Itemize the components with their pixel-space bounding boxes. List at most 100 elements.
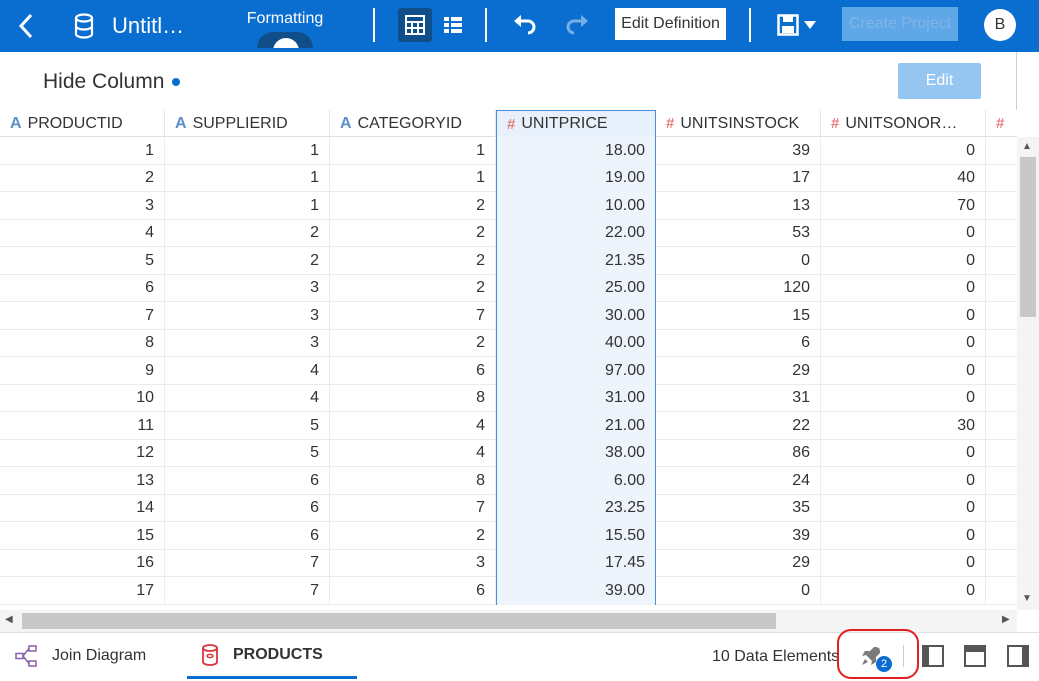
table-cell[interactable]: 29: [656, 357, 821, 385]
table-cell[interactable]: 39: [656, 137, 821, 165]
table-cell[interactable]: 7: [165, 577, 330, 605]
table-cell[interactable]: 31.00: [496, 384, 656, 412]
table-cell[interactable]: 6: [656, 329, 821, 357]
table-cell[interactable]: [986, 440, 1017, 468]
table-row[interactable]: 11 5 4 21.00 22 30: [0, 412, 1017, 440]
table-cell[interactable]: 0: [821, 219, 986, 247]
table-cell[interactable]: 5: [165, 439, 330, 467]
table-cell[interactable]: 0: [821, 274, 986, 302]
table-cell[interactable]: 6: [165, 494, 330, 522]
column-header[interactable]: # UNITSINSTOCK: [656, 110, 821, 137]
table-cell[interactable]: 1: [330, 164, 496, 192]
table-cell[interactable]: 17.45: [496, 549, 656, 577]
table-cell[interactable]: 70: [821, 192, 986, 220]
table-cell[interactable]: 3: [330, 549, 496, 577]
tab-products[interactable]: PRODUCTS: [187, 633, 357, 679]
table-cell[interactable]: 2: [165, 219, 330, 247]
table-cell[interactable]: 39.00: [496, 577, 656, 605]
table-cell[interactable]: [986, 577, 1017, 605]
table-cell[interactable]: 0: [656, 247, 821, 275]
table-row[interactable]: 2 1 1 19.00 17 40: [0, 164, 1017, 192]
table-cell[interactable]: 2: [165, 247, 330, 275]
table-cell[interactable]: 97.00: [496, 357, 656, 385]
table-cell[interactable]: 8: [0, 329, 165, 357]
table-cell[interactable]: 18.00: [496, 137, 656, 165]
table-cell[interactable]: 0: [821, 577, 986, 605]
table-cell[interactable]: 1: [0, 137, 165, 165]
redo-button[interactable]: [560, 8, 594, 42]
save-menu-button[interactable]: [772, 8, 822, 42]
table-cell[interactable]: 23.25: [496, 494, 656, 522]
table-cell[interactable]: [986, 275, 1017, 303]
table-row[interactable]: 3 1 2 10.00 13 70: [0, 192, 1017, 220]
table-cell[interactable]: 0: [821, 522, 986, 550]
table-cell[interactable]: 13: [0, 467, 165, 495]
table-cell[interactable]: 17: [656, 164, 821, 192]
table-cell[interactable]: [986, 247, 1017, 275]
table-cell[interactable]: 29: [656, 549, 821, 577]
table-cell[interactable]: 40.00: [496, 329, 656, 357]
back-button[interactable]: [8, 6, 44, 46]
table-cell[interactable]: 0: [821, 137, 986, 165]
table-cell[interactable]: 5: [0, 247, 165, 275]
table-cell[interactable]: 1: [165, 192, 330, 220]
table-cell[interactable]: 22: [656, 412, 821, 440]
table-cell[interactable]: 35: [656, 494, 821, 522]
table-cell[interactable]: 2: [0, 164, 165, 192]
table-cell[interactable]: 0: [821, 357, 986, 385]
scroll-up-icon[interactable]: ▲: [1022, 141, 1032, 152]
table-cell[interactable]: 15.50: [496, 522, 656, 550]
grid-view-button[interactable]: [398, 8, 432, 42]
table-cell[interactable]: 6: [330, 357, 496, 385]
table-cell[interactable]: [986, 495, 1017, 523]
table-cell[interactable]: 1: [165, 137, 330, 165]
table-cell[interactable]: 15: [0, 522, 165, 550]
table-cell[interactable]: 0: [821, 247, 986, 275]
table-cell[interactable]: 40: [821, 164, 986, 192]
table-cell[interactable]: 53: [656, 219, 821, 247]
table-cell[interactable]: 21.35: [496, 247, 656, 275]
table-cell[interactable]: 120: [656, 274, 821, 302]
table-cell[interactable]: 3: [0, 192, 165, 220]
table-cell[interactable]: [986, 357, 1017, 385]
table-cell[interactable]: [986, 385, 1017, 413]
table-cell[interactable]: 2: [330, 219, 496, 247]
table-cell[interactable]: 2: [330, 329, 496, 357]
table-cell[interactable]: 4: [165, 357, 330, 385]
table-cell[interactable]: 7: [165, 549, 330, 577]
right-panel-layout-button[interactable]: [1007, 645, 1031, 669]
table-row[interactable]: 8 3 2 40.00 6 0: [0, 329, 1017, 357]
table-row[interactable]: 14 6 7 23.25 35 0: [0, 494, 1017, 523]
horizontal-scroll-thumb[interactable]: [22, 613, 776, 629]
table-cell[interactable]: 19.00: [496, 164, 656, 192]
vertical-scrollbar[interactable]: ▲ ▼: [1017, 137, 1039, 610]
table-cell[interactable]: 38.00: [496, 439, 656, 467]
table-cell[interactable]: [986, 550, 1017, 578]
column-header[interactable]: A SUPPLIERID: [165, 110, 330, 137]
table-cell[interactable]: 0: [821, 384, 986, 412]
table-cell[interactable]: 25.00: [496, 274, 656, 302]
undo-button[interactable]: [508, 8, 542, 42]
table-row[interactable]: 16 7 3 17.45 29 0: [0, 549, 1017, 578]
table-cell[interactable]: 4: [0, 219, 165, 247]
vertical-scroll-thumb[interactable]: [1020, 157, 1036, 317]
table-cell[interactable]: 7: [0, 302, 165, 330]
table-cell[interactable]: [986, 137, 1017, 165]
table-cell[interactable]: 12: [0, 439, 165, 467]
table-cell[interactable]: [986, 302, 1017, 330]
scroll-right-icon[interactable]: ▶: [1002, 614, 1010, 625]
table-row[interactable]: 10 4 8 31.00 31 0: [0, 384, 1017, 413]
table-cell[interactable]: [986, 522, 1017, 550]
table-cell[interactable]: 15: [656, 302, 821, 330]
table-cell[interactable]: 7: [330, 494, 496, 522]
table-cell[interactable]: [986, 220, 1017, 248]
table-cell[interactable]: 30.00: [496, 302, 656, 330]
table-cell[interactable]: 31: [656, 384, 821, 412]
table-cell[interactable]: 0: [821, 329, 986, 357]
table-cell[interactable]: 2: [330, 247, 496, 275]
table-cell[interactable]: 11: [0, 412, 165, 440]
table-cell[interactable]: 22.00: [496, 219, 656, 247]
table-cell[interactable]: 0: [821, 549, 986, 577]
table-cell[interactable]: 86: [656, 439, 821, 467]
table-cell[interactable]: [986, 192, 1017, 220]
